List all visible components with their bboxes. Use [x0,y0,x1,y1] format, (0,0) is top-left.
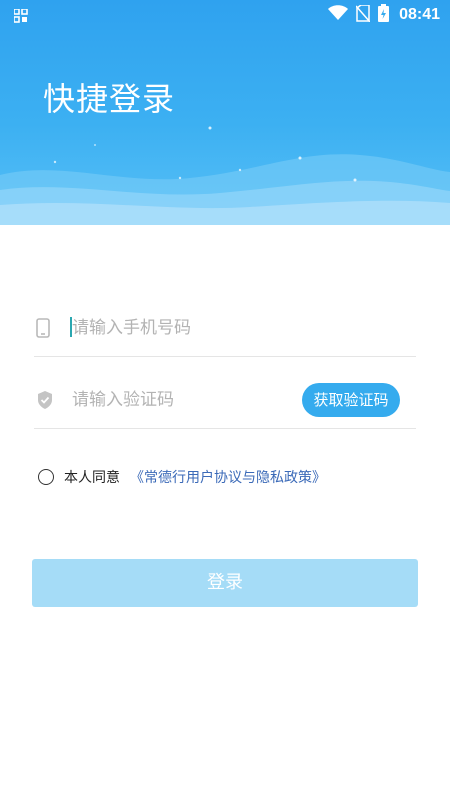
status-time: 08:41 [399,6,440,23]
get-code-button[interactable]: 获取验证码 [302,383,400,417]
no-sim-icon [355,3,371,26]
code-field-row: 获取验证码 [34,364,416,429]
page-title: 快捷登录 [43,80,176,118]
agreement-link[interactable]: 《常德行用户协议与隐私政策》 [130,467,326,487]
login-button[interactable]: 登录 [32,559,418,607]
header-banner: 08:41 快捷登录 [0,0,450,225]
phone-field-row [34,292,416,357]
agreement-row: 本人同意 《常德行用户协议与隐私政策》 [38,466,326,488]
status-bar: 08:41 [0,0,450,30]
verification-code-input[interactable] [70,384,294,416]
phone-icon [36,318,52,342]
shield-icon [36,390,54,414]
phone-input[interactable] [70,312,294,344]
battery-charging-icon [378,4,390,26]
agreement-radio[interactable] [38,469,54,485]
grid-icon [13,8,28,27]
agreement-text: 本人同意 [64,470,120,486]
wifi-icon [328,5,349,25]
